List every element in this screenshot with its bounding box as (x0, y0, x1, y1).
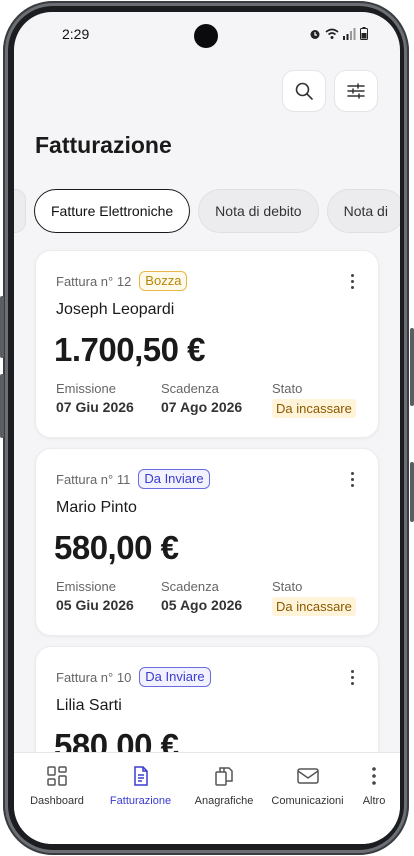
tab-fatture-elettroniche[interactable]: Fatture Elettroniche (34, 189, 191, 233)
client-name: Mario Pinto (56, 499, 137, 516)
nav-item-comunicazioni[interactable]: Comunicazioni (271, 763, 345, 844)
alarm-icon (310, 29, 320, 39)
tab-nota-di-debito[interactable]: Nota di debito (198, 189, 319, 233)
phone-left-button-top (0, 296, 4, 358)
client-name: Lilia Sarti (56, 697, 122, 714)
sliders-icon (347, 83, 365, 99)
document-icon (128, 763, 154, 789)
status-time: 2:29 (62, 26, 90, 42)
status-icons (309, 27, 368, 40)
status-label: Stato (272, 381, 303, 396)
due-date: 05 Ago 2026 (161, 597, 243, 613)
mail-icon (295, 763, 321, 789)
payment-status: Da incassare (272, 597, 356, 616)
invoice-amount: 580,00 € (54, 529, 179, 566)
issue-date-label: Emissione (56, 579, 116, 594)
status-badge: Bozza (139, 271, 188, 291)
wifi-icon (325, 28, 339, 39)
app-screen: 2:29 Fatturazione Fatture Elettroniche N… (14, 12, 400, 844)
phone-right-button-top (410, 328, 414, 406)
status-block: Stato Da incassare (272, 381, 356, 418)
grid-icon (44, 763, 70, 789)
signal-icon (343, 27, 356, 40)
nav-item-fatturazione[interactable]: Fatturazione (104, 763, 178, 844)
issue-date-label: Emissione (56, 381, 116, 396)
status-bar: 2:29 (14, 12, 400, 56)
nav-label: Dashboard (30, 795, 84, 807)
issue-date: 05 Giu 2026 (56, 597, 134, 613)
tab-nota-di-credito[interactable]: Nota di (326, 189, 400, 233)
phone-right-button-bottom (410, 462, 414, 522)
nav-label: Altro (362, 795, 386, 807)
nav-label: Comunicazioni (271, 795, 344, 807)
front-camera (194, 24, 218, 48)
filter-button[interactable] (334, 70, 378, 112)
nav-item-anagrafiche[interactable]: Anagrafiche (187, 763, 261, 844)
issue-date: 07 Giu 2026 (56, 399, 134, 415)
issue-date-block: Emissione 07 Giu 2026 (56, 381, 134, 415)
search-button[interactable] (282, 70, 326, 112)
tab-label: Nota di (343, 203, 388, 219)
invoice-type-tabs: Fatture Elettroniche Nota di debito Nota… (14, 189, 400, 233)
battery-icon (360, 27, 368, 40)
more-options-icon[interactable] (342, 469, 362, 489)
tab-label: Nota di debito (215, 203, 302, 219)
status-badge: Da Inviare (138, 469, 210, 489)
more-options-icon[interactable] (342, 667, 362, 687)
tab-previous[interactable] (14, 189, 26, 233)
status-badge: Da Inviare (139, 667, 211, 687)
search-icon (295, 82, 313, 100)
due-date-label: Scadenza (161, 381, 219, 396)
phone-left-button-bottom (0, 374, 4, 438)
tab-label: Fatture Elettroniche (51, 203, 174, 219)
invoice-header: Fattura n° 10 Da Inviare (56, 667, 211, 687)
page-title: Fatturazione (35, 132, 172, 158)
status-block: Stato Da incassare (272, 579, 356, 616)
top-actions (282, 70, 378, 112)
due-date-block: Scadenza 05 Ago 2026 (161, 579, 242, 613)
nav-label: Fatturazione (109, 795, 172, 807)
nav-label: Anagrafiche (194, 795, 254, 807)
invoice-number: Fattura n° 12 (56, 273, 132, 289)
copy-icon (211, 763, 237, 789)
due-date-block: Scadenza 07 Ago 2026 (161, 381, 242, 415)
payment-status: Da incassare (272, 399, 356, 418)
client-name: Joseph Leopardi (56, 301, 175, 318)
invoice-header: Fattura n° 11 Da Inviare (56, 469, 210, 489)
nav-item-dashboard[interactable]: Dashboard (20, 763, 94, 844)
more-options-icon[interactable] (342, 271, 362, 291)
more-vertical-icon (361, 763, 387, 789)
issue-date-block: Emissione 05 Giu 2026 (56, 579, 134, 613)
nav-item-altro[interactable]: Altro (354, 763, 394, 844)
invoice-card[interactable]: Fattura n° 11 Da Inviare Mario Pinto 580… (35, 448, 379, 636)
invoice-number: Fattura n° 10 (56, 669, 132, 685)
bottom-navigation: Dashboard Fatturazione Anagrafiche Comun… (14, 752, 400, 844)
invoice-amount: 1.700,50 € (54, 331, 205, 368)
due-date: 07 Ago 2026 (161, 399, 243, 415)
invoice-header: Fattura n° 12 Bozza (56, 271, 188, 291)
status-label: Stato (272, 579, 303, 594)
invoice-number: Fattura n° 11 (56, 471, 131, 487)
invoice-card[interactable]: Fattura n° 12 Bozza Joseph Leopardi 1.70… (35, 250, 379, 438)
due-date-label: Scadenza (161, 579, 219, 594)
